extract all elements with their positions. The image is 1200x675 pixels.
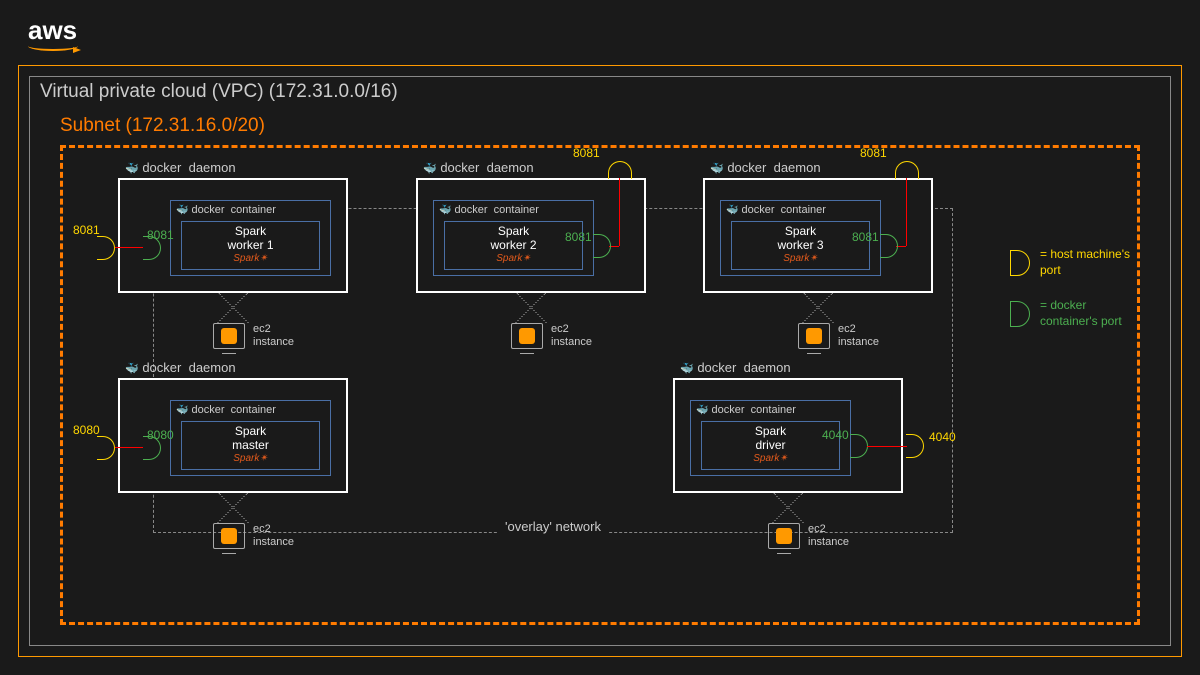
port-connector [115, 247, 143, 248]
ec2-icon [213, 323, 245, 349]
container-label: 🐳 docker container [696, 404, 796, 416]
spark-logo-icon: Spark✴ [182, 453, 319, 464]
daemon-driver: 🐳 docker daemon 🐳 docker container Spark… [673, 378, 903, 493]
ec2-icon [798, 323, 830, 349]
port-connector [115, 447, 143, 448]
ec2-instance: ec2 instance [798, 323, 879, 349]
container-label: 🐳 docker container [439, 204, 539, 216]
ec2-label: ec2 instance [838, 323, 879, 349]
host-port-icon [97, 436, 115, 460]
docker-port-shape-icon [1010, 301, 1030, 327]
spark-title: Spark master [182, 424, 319, 453]
overlay-label: 'overlay' network [497, 519, 609, 534]
container-worker1: 🐳 docker container Spark worker 1 Spark✴ [170, 200, 331, 276]
ec2-icon [511, 323, 543, 349]
spark-title: Spark driver [702, 424, 839, 453]
daemon-worker2: 🐳 docker daemon 🐳 docker container Spark… [416, 178, 646, 293]
docker-port-label: 4040 [822, 428, 849, 442]
ec2-label: ec2 instance [551, 323, 592, 349]
container-label: 🐳 docker container [176, 204, 276, 216]
spark-box-master: Spark master Spark✴ [181, 421, 320, 470]
port-connector [619, 178, 620, 246]
spark-title: Spark worker 2 [445, 224, 582, 253]
spark-box-worker2: Spark worker 2 Spark✴ [444, 221, 583, 270]
port-connector [867, 446, 907, 447]
host-port-label: 8080 [73, 423, 100, 437]
aws-logo: aws [28, 15, 78, 51]
vpc-title: Virtual private cloud (VPC) (172.31.0.0/… [40, 81, 398, 103]
vpc-box: Virtual private cloud (VPC) (172.31.0.0/… [29, 76, 1171, 646]
ec2-label: ec2 instance [253, 323, 294, 349]
callout-lines [178, 493, 288, 523]
container-master: 🐳 docker container Spark master Spark✴ [170, 400, 331, 476]
docker-daemon-label: 🐳 docker daemon [125, 160, 236, 175]
ec2-instance: ec2 instance [511, 323, 592, 349]
spark-box-worker1: Spark worker 1 Spark✴ [181, 221, 320, 270]
ec2-icon [213, 523, 245, 549]
legend-docker-port: = docker container's port [1010, 298, 1130, 329]
ec2-instance: ec2 instance [768, 523, 849, 549]
spark-title: Spark worker 3 [732, 224, 869, 253]
ec2-label: ec2 instance [808, 523, 849, 549]
docker-daemon-label: 🐳 docker daemon [710, 160, 821, 175]
container-label: 🐳 docker container [176, 404, 276, 416]
legend-host-port: = host machine's port [1010, 247, 1130, 278]
docker-daemon-label: 🐳 docker daemon [680, 360, 791, 375]
legend-docker-text: = docker container's port [1040, 298, 1122, 329]
spark-box-driver: Spark driver Spark✴ [701, 421, 840, 470]
daemon-worker3: 🐳 docker daemon 🐳 docker container Spark… [703, 178, 933, 293]
docker-port-label: 8081 [147, 228, 174, 242]
spark-logo-icon: Spark✴ [702, 453, 839, 464]
host-port-icon [895, 161, 919, 179]
outer-frame: Virtual private cloud (VPC) (172.31.0.0/… [18, 65, 1182, 657]
callout-lines [733, 493, 843, 523]
ec2-label: ec2 instance [253, 523, 294, 549]
host-port-label: 8081 [573, 146, 600, 160]
spark-logo-icon: Spark✴ [182, 253, 319, 264]
spark-logo-icon: Spark✴ [445, 253, 582, 264]
legend-host-text: = host machine's port [1040, 247, 1130, 278]
docker-daemon-label: 🐳 docker daemon [423, 160, 534, 175]
subnet-title: Subnet (172.31.16.0/20) [60, 115, 265, 137]
ec2-icon [768, 523, 800, 549]
ec2-instance: ec2 instance [213, 523, 294, 549]
host-port-label: 8081 [73, 223, 100, 237]
subnet-box: 'overlay' network 🐳 docker daemon 🐳 dock… [60, 145, 1140, 625]
host-port-label: 8081 [860, 146, 887, 160]
spark-box-worker3: Spark worker 3 Spark✴ [731, 221, 870, 270]
host-port-shape-icon [1010, 250, 1030, 276]
legend: = host machine's port = docker container… [1010, 247, 1130, 349]
docker-port-label: 8080 [147, 428, 174, 442]
spark-title: Spark worker 1 [182, 224, 319, 253]
host-port-label: 4040 [929, 430, 956, 444]
callout-lines [178, 293, 288, 323]
callout-lines [763, 293, 873, 323]
container-label: 🐳 docker container [726, 204, 826, 216]
host-port-icon [608, 161, 632, 179]
docker-port-label: 8081 [565, 230, 592, 244]
callout-lines [476, 293, 586, 323]
ec2-instance: ec2 instance [213, 323, 294, 349]
port-connector [906, 178, 907, 246]
docker-port-label: 8081 [852, 230, 879, 244]
spark-logo-icon: Spark✴ [732, 253, 869, 264]
docker-daemon-label: 🐳 docker daemon [125, 360, 236, 375]
host-port-icon [97, 236, 115, 260]
